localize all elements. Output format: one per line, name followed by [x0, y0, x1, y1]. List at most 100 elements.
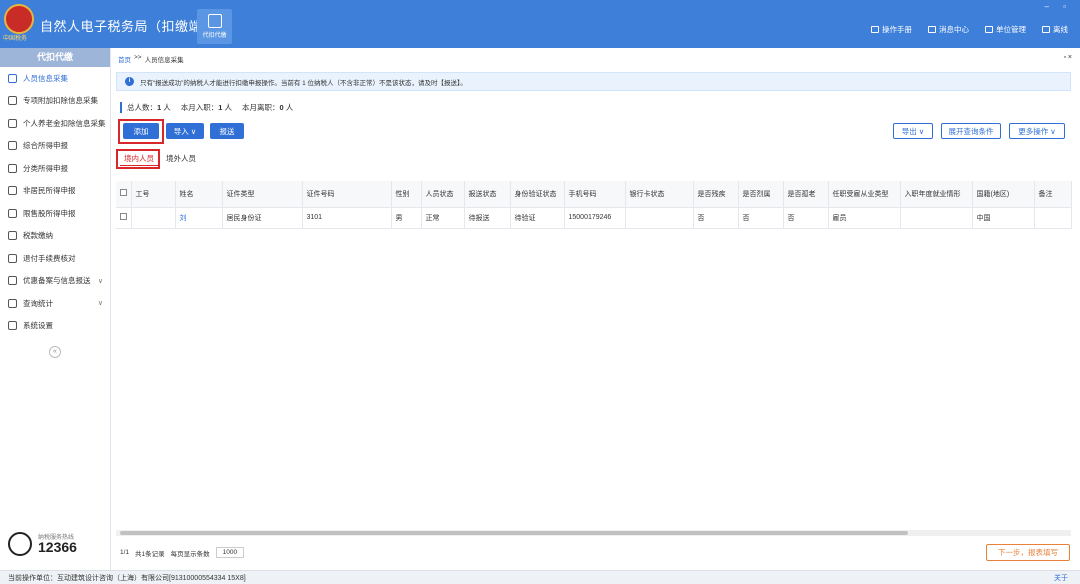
- select-all-checkbox[interactable]: [116, 181, 132, 208]
- col-id-type[interactable]: 证件类型: [222, 181, 303, 208]
- cell-submit-status: 待报送: [464, 207, 511, 229]
- leave-label: 本月离职：: [242, 103, 280, 112]
- tab-overseas-personnel[interactable]: 境外人员: [162, 152, 200, 166]
- cell-martyr-family: 否: [738, 207, 784, 229]
- sidebar-item-pension-deduction[interactable]: 个人养老金扣除信息采集: [0, 112, 110, 135]
- layers-icon: [8, 141, 17, 151]
- col-lonely-elderly[interactable]: 是否孤老: [783, 181, 829, 208]
- unit-management-button[interactable]: 单位管理: [985, 24, 1026, 35]
- import-button[interactable]: 导入 ∨: [166, 123, 204, 139]
- col-phone[interactable]: 手机号码: [564, 181, 626, 208]
- phone-icon: [8, 532, 32, 556]
- sidebar-collapse-button[interactable]: «: [49, 346, 61, 358]
- offline-button[interactable]: 离线: [1042, 24, 1068, 35]
- building-icon: [985, 26, 993, 33]
- gear-icon: [8, 321, 17, 331]
- cell-employment-type: 雇员: [828, 207, 901, 229]
- col-employment-type[interactable]: 任职受雇从业类型: [828, 181, 901, 208]
- sidebar-item-personnel-info[interactable]: 人员信息采集: [0, 67, 110, 90]
- cell-remarks: [1034, 207, 1072, 229]
- col-remarks[interactable]: 备注: [1034, 181, 1072, 208]
- tab-withholding[interactable]: 代扣代缴: [197, 9, 232, 44]
- add-button[interactable]: 添加: [123, 123, 159, 139]
- cell-id-type: 居民身份证: [222, 207, 303, 229]
- export-button[interactable]: 导出 ∨: [893, 123, 933, 139]
- cell-gender: 男: [391, 207, 422, 229]
- record-count: 共1条记录: [135, 550, 165, 558]
- top-actions: 操作手册 消息中心 单位管理 离线: [871, 24, 1068, 35]
- col-gender[interactable]: 性别: [391, 181, 422, 208]
- sidebar-item-preferential-filing[interactable]: 优惠备案与信息报送 ∨: [0, 270, 110, 293]
- col-id-number[interactable]: 证件号码: [302, 181, 392, 208]
- col-id-verify-status[interactable]: 身份验证状态: [510, 181, 565, 208]
- sidebar-item-query-stats[interactable]: 查询统计 ∨: [0, 292, 110, 315]
- sidebar-item-nonresident-income[interactable]: 非居民所得申报: [0, 180, 110, 203]
- sidebar: 代扣代缴 人员信息采集 专项附加扣除信息采集 个人养老金扣除信息采集 综合所得申…: [0, 48, 111, 584]
- cell-id-number: 3101: [302, 207, 392, 229]
- per-page-label: 每页显示条数: [170, 550, 210, 558]
- manual-button[interactable]: 操作手册: [871, 24, 912, 35]
- row-checkbox[interactable]: [116, 207, 132, 229]
- sidebar-item-comprehensive-income[interactable]: 综合所得申报: [0, 135, 110, 158]
- checkbox-icon: [120, 213, 127, 220]
- sidebar-item-system-settings[interactable]: 系统设置: [0, 315, 110, 338]
- col-submit-status[interactable]: 报送状态: [464, 181, 511, 208]
- submit-button[interactable]: 报送: [210, 123, 244, 139]
- cell-employee-id: [131, 207, 176, 229]
- next-step-button[interactable]: 下一步，报表填写: [986, 544, 1070, 561]
- breadcrumb-home[interactable]: 首页: [118, 54, 131, 64]
- more-actions-button[interactable]: 更多操作 ∨: [1009, 123, 1065, 139]
- sidebar-item-refund-fee[interactable]: 退付手续费核对: [0, 247, 110, 270]
- breadcrumb-current: 人员信息采集: [144, 57, 184, 64]
- message-center-button[interactable]: 消息中心: [928, 24, 969, 35]
- scrollbar-thumb[interactable]: [120, 531, 908, 535]
- status-bar: 当前操作单位：互动建筑设计咨询（上海）有限公司[91310000554334 1…: [0, 570, 1080, 584]
- person-icon: [8, 73, 17, 83]
- mail-icon: [928, 26, 936, 33]
- grid-icon: [8, 96, 17, 106]
- col-nationality[interactable]: 国籍(地区): [972, 181, 1035, 208]
- window-controls[interactable]: – ▫: [1044, 2, 1072, 11]
- table-row[interactable]: 刘 居民身份证 3101 男 正常 待报送 待验证 15000179246 否 …: [116, 207, 1072, 229]
- panel-close-button[interactable]: ▫ ×: [1063, 54, 1072, 61]
- cell-nationality: 中国: [972, 207, 1035, 229]
- sidebar-item-classified-income[interactable]: 分类所得申报: [0, 157, 110, 180]
- bar-chart-icon: [8, 208, 17, 218]
- emblem-text: 中国税务: [3, 35, 28, 42]
- col-name[interactable]: 姓名: [175, 181, 223, 208]
- current-unit: 当前操作单位：互动建筑设计咨询（上海）有限公司[91310000554334 1…: [8, 575, 246, 582]
- notice-text: 只有“报送成功”的纳税人才能进行扣缴申报操作。当前有 1 位纳税人（不含非正常）…: [140, 79, 467, 87]
- cell-employment-situation: [900, 207, 973, 229]
- sidebar-item-restricted-shares[interactable]: 限售股所得申报: [0, 202, 110, 225]
- search-icon: [8, 298, 17, 308]
- expand-query-button[interactable]: 展开查询条件: [941, 123, 1001, 139]
- leave-count: 0: [279, 103, 284, 112]
- horizontal-scrollbar[interactable]: [116, 530, 1071, 536]
- total-count: 1: [157, 103, 162, 112]
- cell-name[interactable]: 刘: [175, 207, 223, 229]
- pie-icon: [8, 163, 17, 173]
- col-person-status[interactable]: 人员状态: [421, 181, 465, 208]
- about-link[interactable]: 关于: [1054, 573, 1068, 583]
- col-employment-situation[interactable]: 入职年度就业情形: [900, 181, 973, 208]
- app-title: 自然人电子税务局（扣缴端）: [40, 19, 216, 34]
- hotline-number: 12366: [38, 539, 77, 555]
- tab-domestic-personnel[interactable]: 境内人员: [120, 152, 158, 166]
- hotline: 纳税服务热线 12366: [8, 532, 77, 556]
- sidebar-item-tax-payment[interactable]: 税款缴纳: [0, 225, 110, 248]
- col-disabled[interactable]: 是否残疾: [693, 181, 739, 208]
- top-bar: 中国税务 自然人电子税务局（扣缴端） 代扣代缴 – ▫ 操作手册 消息中心 单位…: [0, 0, 1080, 48]
- receipt-icon: [8, 253, 17, 263]
- wallet-icon: [207, 14, 222, 28]
- per-page-select[interactable]: 1000: [215, 547, 245, 558]
- sidebar-item-special-deduction[interactable]: 专项附加扣除信息采集: [0, 90, 110, 113]
- col-martyr-family[interactable]: 是否烈属: [738, 181, 784, 208]
- personnel-table: 工号 姓名 证件类型 证件号码 性别 人员状态 报送状态 身份验证状态 手机号码…: [116, 181, 1072, 229]
- book-icon: [871, 26, 879, 33]
- main-content: 首页 >> 人员信息采集 ▫ × i 只有“报送成功”的纳税人才能进行扣缴申报操…: [112, 48, 1080, 570]
- cell-disabled: 否: [693, 207, 739, 229]
- page-indicator: 1/1: [120, 549, 130, 556]
- col-bank-card-status[interactable]: 银行卡状态: [625, 181, 694, 208]
- breadcrumb: 首页 >> 人员信息采集: [118, 54, 184, 64]
- col-employee-id[interactable]: 工号: [131, 181, 176, 208]
